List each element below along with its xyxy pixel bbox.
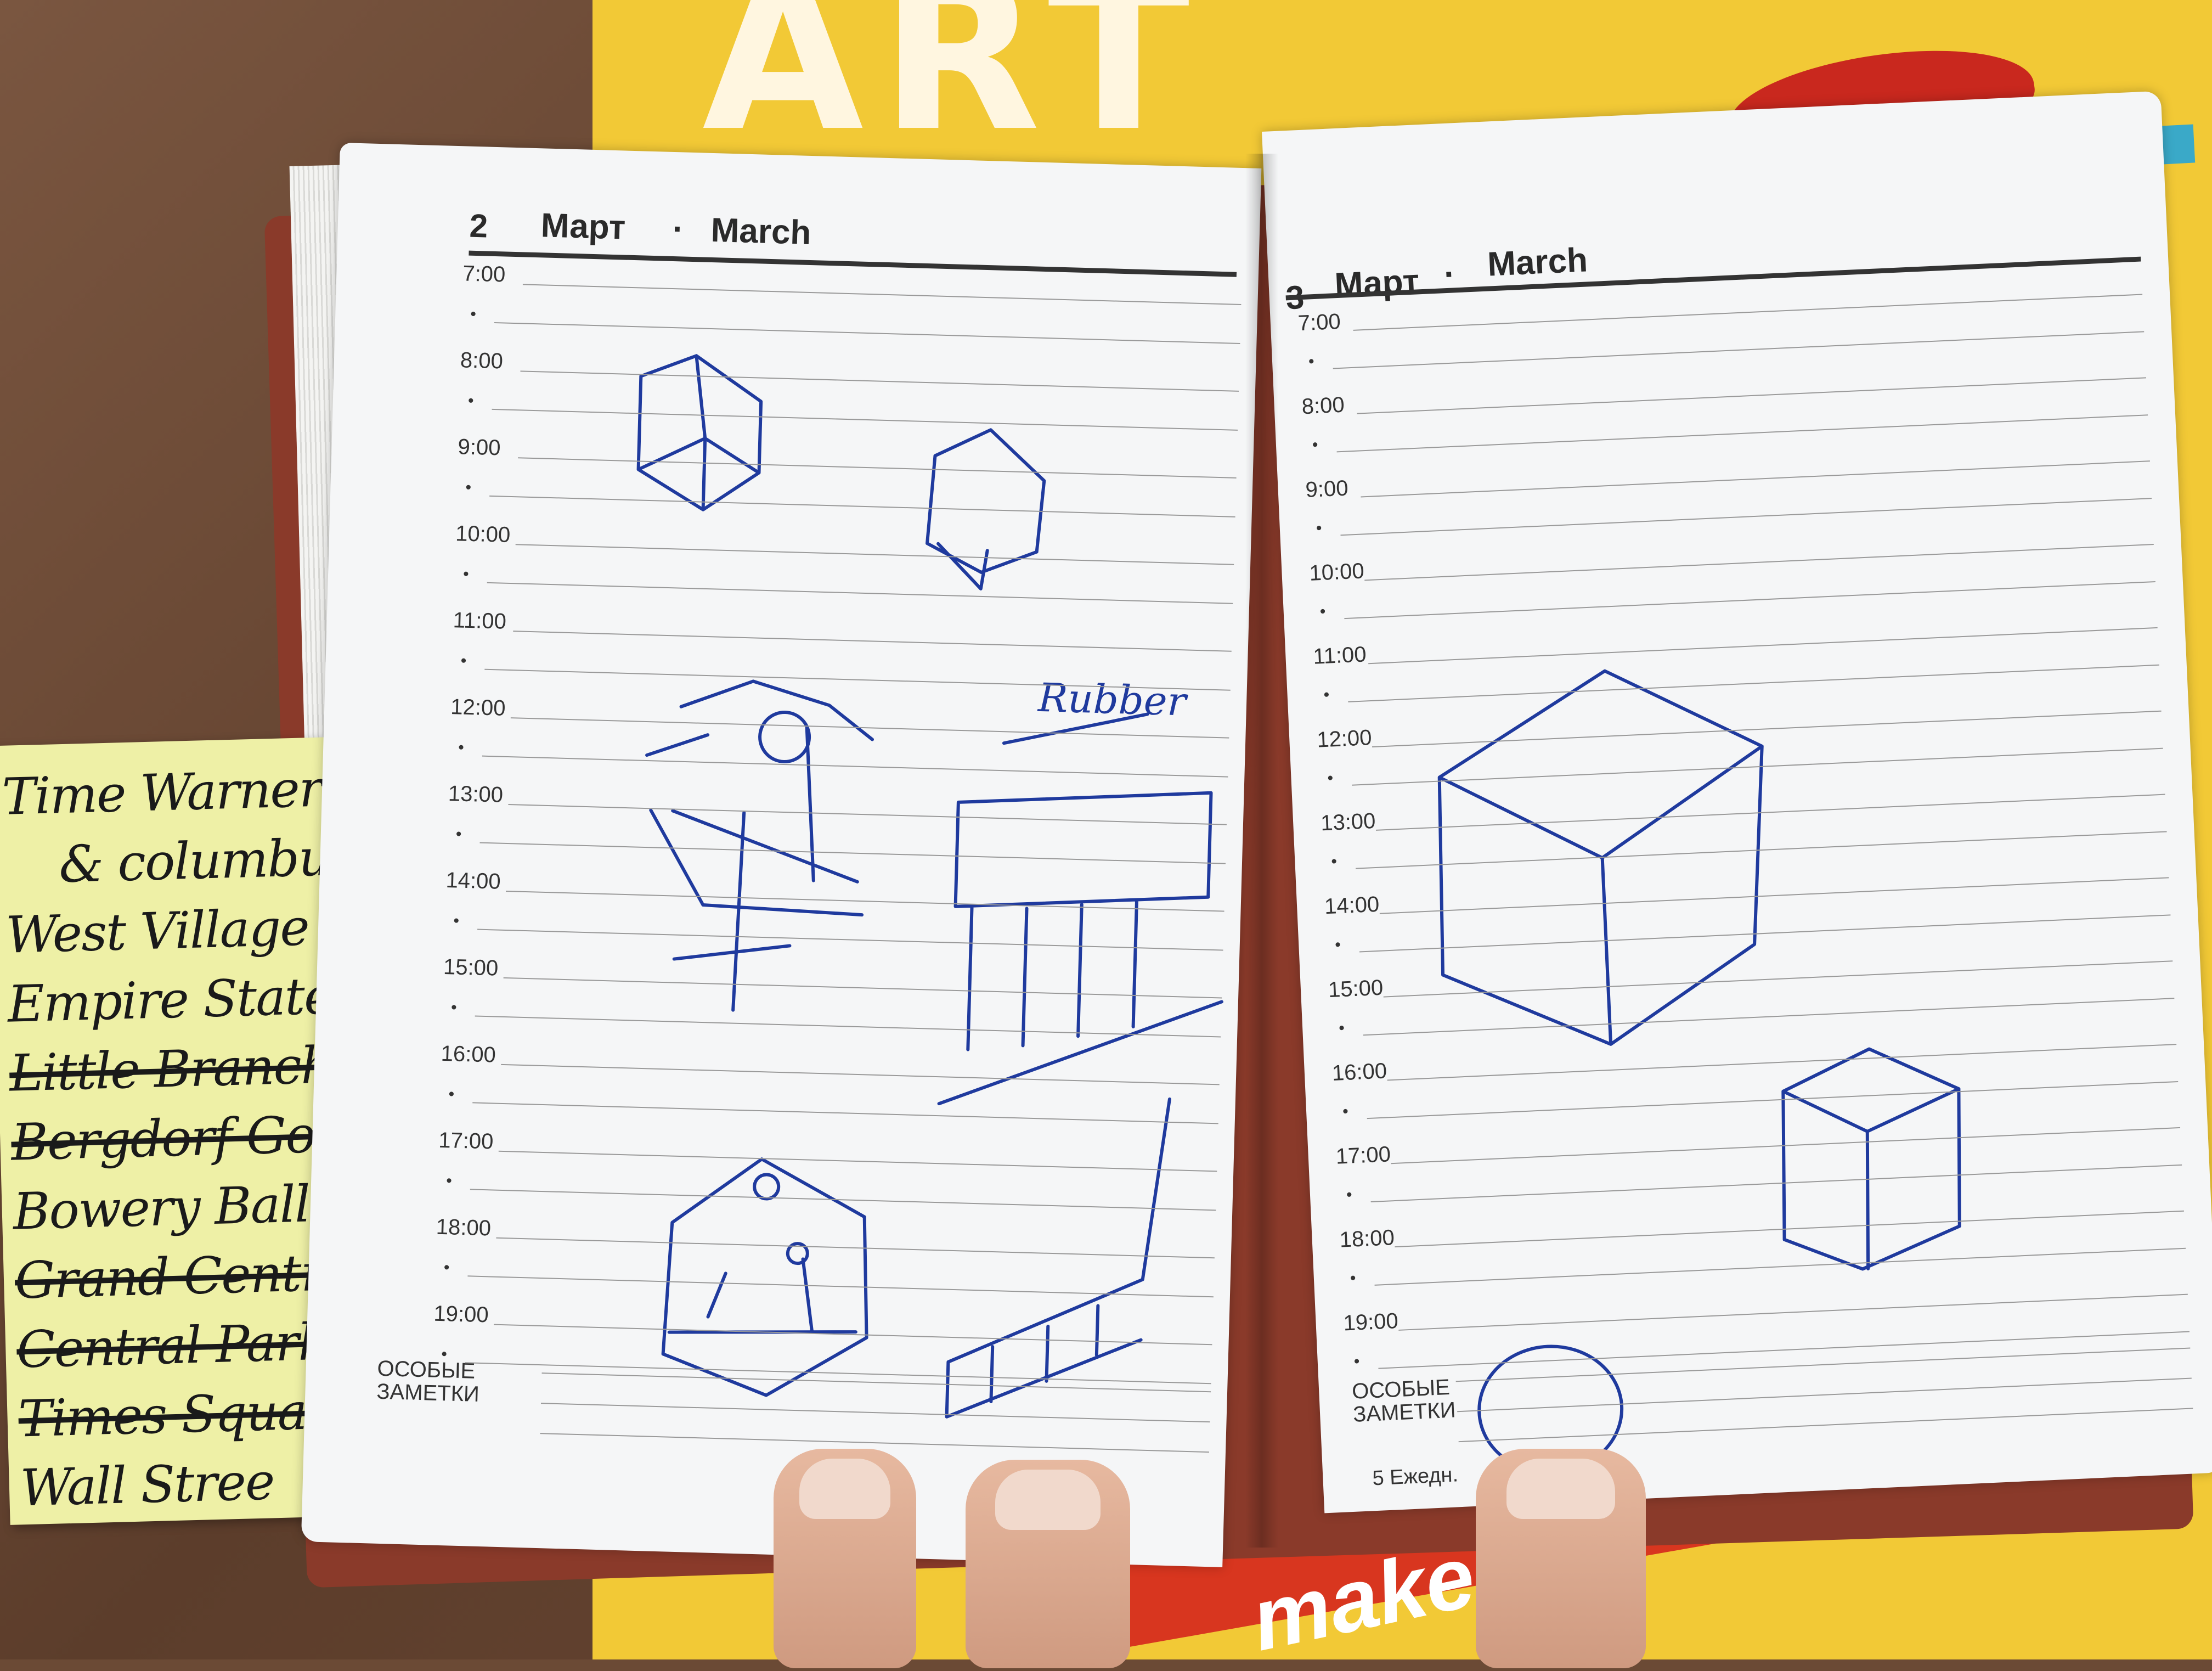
half-hour-bullet: • xyxy=(458,738,465,757)
half-hour-bullet: • xyxy=(1353,1352,1361,1371)
sticky-note-line: Wall Stree xyxy=(19,1452,275,1518)
half-hour-bullet: • xyxy=(1308,352,1315,371)
time-slot-label: 16:00 xyxy=(441,1041,496,1067)
time-slot-label: 19:00 xyxy=(1342,1308,1399,1336)
sticky-note-line: Time Warner xyxy=(1,759,323,826)
half-hour-bullet: • xyxy=(460,651,467,670)
sketch-label-rubber: Rubber xyxy=(1036,674,1189,725)
half-hour-bullet: • xyxy=(441,1345,448,1364)
time-slot-label: 11:00 xyxy=(453,608,507,634)
half-hour-bullet: • xyxy=(450,998,458,1017)
fingernail xyxy=(995,1470,1101,1530)
time-slot-label: 8:00 xyxy=(1301,392,1345,419)
half-hour-bullet: • xyxy=(448,1085,455,1104)
time-slot-label: 12:00 xyxy=(450,695,506,721)
time-slot-label: 15:00 xyxy=(1328,975,1384,1003)
fingernail xyxy=(799,1459,891,1519)
finger-middle xyxy=(966,1460,1130,1668)
planner-page-right: 3 Март · March ОСОБЫЕ ЗАМЕТКИ 5 Ежедн. 7… xyxy=(1262,91,2212,1514)
time-slot-label: 15:00 xyxy=(443,954,499,981)
half-hour-bullet: • xyxy=(1316,519,1323,538)
half-hour-bullet: • xyxy=(1342,1102,1349,1121)
time-slot-label: 7:00 xyxy=(1297,309,1341,336)
magazine-title: ART xyxy=(702,0,1206,177)
hex-box-sketch xyxy=(1781,1047,1961,1271)
half-hour-bullet: • xyxy=(1327,769,1334,787)
time-slot-label: 10:00 xyxy=(455,521,511,547)
half-hour-bullet: • xyxy=(465,478,472,497)
time-slot-label: 13:00 xyxy=(448,781,504,807)
time-slot-label: 8:00 xyxy=(460,348,504,374)
half-hour-bullet: • xyxy=(470,305,477,324)
book-gutter xyxy=(1245,154,1278,1548)
time-slot-label: 12:00 xyxy=(1316,725,1373,752)
sticky-note-line: West Village xyxy=(5,898,310,965)
half-hour-bullet: • xyxy=(445,1172,453,1190)
time-slot-label: 9:00 xyxy=(1305,476,1349,503)
time-slot-label: 18:00 xyxy=(436,1214,492,1241)
finger-left xyxy=(774,1449,916,1668)
half-hour-bullet: • xyxy=(1312,435,1319,454)
box-room-sketch xyxy=(661,1157,868,1397)
radial-sketch xyxy=(645,679,874,1012)
planner-page-left: 2 Март · March ОСОБЫЕ ЗАМЕТКИ Rubber 7:0… xyxy=(301,143,1262,1567)
fingernail xyxy=(1506,1459,1616,1519)
time-slot-label: 14:00 xyxy=(1324,892,1380,919)
time-slot-label: 14:00 xyxy=(445,868,501,894)
half-hour-bullet: • xyxy=(453,912,460,930)
half-hour-bullet: • xyxy=(455,825,462,843)
time-slot-label: 17:00 xyxy=(438,1128,494,1154)
half-hour-bullet: • xyxy=(1323,685,1330,704)
half-hour-bullet: • xyxy=(462,565,470,583)
time-slot-label: 19:00 xyxy=(433,1301,489,1327)
time-slot-label: 7:00 xyxy=(462,261,506,287)
half-hour-bullet: • xyxy=(1346,1185,1353,1204)
half-hour-bullet: • xyxy=(1338,1019,1345,1038)
half-hour-bullet: • xyxy=(467,391,474,410)
half-hour-bullet: • xyxy=(1319,602,1327,621)
circle-sketch xyxy=(758,711,811,764)
sticky-note-line: Central Park xyxy=(15,1312,329,1380)
time-slot-label: 9:00 xyxy=(457,435,501,460)
half-hour-bullet: • xyxy=(443,1258,450,1277)
half-hour-bullet: • xyxy=(1334,936,1341,954)
time-slot-label: 18:00 xyxy=(1339,1225,1395,1252)
time-slot-label: 11:00 xyxy=(1312,642,1367,669)
half-hour-bullet: • xyxy=(1330,852,1338,871)
half-hour-bullet: • xyxy=(1350,1269,1357,1287)
ramp-sketch xyxy=(945,1097,1171,1419)
time-slot-label: 13:00 xyxy=(1320,808,1376,836)
time-slot-label: 10:00 xyxy=(1308,559,1365,586)
time-slot-label: 17:00 xyxy=(1335,1142,1391,1169)
sticky-note-line: Times Squa xyxy=(18,1382,307,1449)
time-slot-label: 16:00 xyxy=(1331,1059,1387,1085)
finger-right xyxy=(1476,1449,1646,1668)
